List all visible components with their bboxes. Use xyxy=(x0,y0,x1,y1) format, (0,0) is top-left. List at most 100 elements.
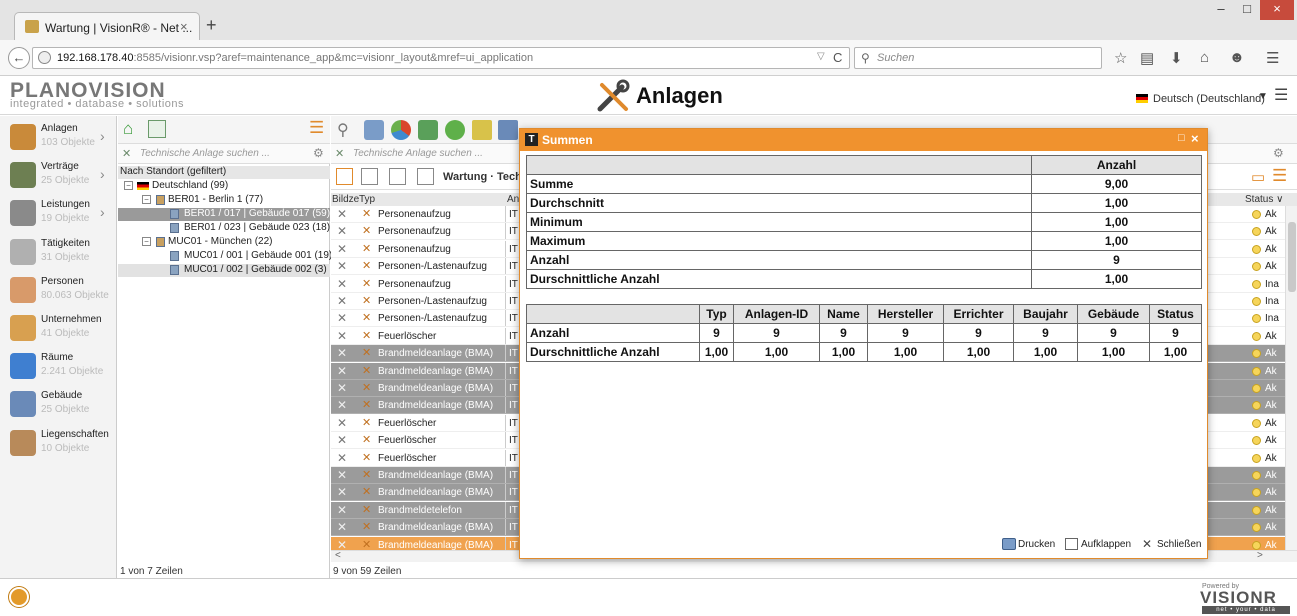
window-maximize-button[interactable]: □ xyxy=(1234,0,1260,20)
print-button[interactable]: Drucken xyxy=(1018,539,1055,550)
url-bar[interactable]: 192.168.178.40:8585/visionr.vsp?aref=mai… xyxy=(32,47,850,69)
tree-structure-icon[interactable] xyxy=(148,120,166,138)
sidebar-item-leistungen[interactable]: Leistungen 19 Objekte › xyxy=(0,194,117,232)
column-header-bild[interactable]: Bildze xyxy=(332,194,359,205)
chevron-down-icon[interactable]: ▼ xyxy=(1258,91,1268,102)
tree-node[interactable]: − BER01 - Berlin 1 (77) xyxy=(118,194,330,207)
column-header-anlagen-id[interactable]: An xyxy=(507,194,519,205)
maximize-icon[interactable]: □ xyxy=(1178,132,1185,144)
sidebar-item-verträge[interactable]: Verträge 25 Objekte › xyxy=(0,156,117,194)
browser-tab[interactable]: Wartung | VisionR® - Net ... × xyxy=(14,12,200,40)
book-icon[interactable]: ▭ xyxy=(1251,168,1265,186)
refresh-icon[interactable] xyxy=(445,120,465,140)
tree-search-input[interactable]: ✕ Technische Anlage suchen ... ⚙ xyxy=(118,144,330,164)
pie-chart-icon[interactable] xyxy=(391,120,411,140)
tree-node[interactable]: BER01 / 017 | Gebäude 017 (59) xyxy=(118,208,330,221)
form-view-icon[interactable] xyxy=(417,168,434,185)
close-icon[interactable]: × xyxy=(1191,131,1199,146)
browser-search-input[interactable]: ⚲ Suchen xyxy=(854,47,1102,69)
tree-node-label: MUC01 / 002 | Gebäude 002 (3) xyxy=(184,264,327,275)
sidebar-item-anlagen[interactable]: Anlagen 103 Objekte › xyxy=(0,118,117,156)
scroll-left-icon[interactable]: < xyxy=(335,550,341,561)
gear-icon[interactable]: ⚙ xyxy=(1273,146,1284,160)
sidebar-item-räume[interactable]: Räume 2.241 Objekte xyxy=(0,347,117,385)
cell-value: 1,00 xyxy=(819,342,868,362)
reload-icon[interactable]: C xyxy=(833,50,842,65)
grid-select-icon[interactable] xyxy=(472,120,492,140)
download-icon[interactable]: ⬇ xyxy=(1170,49,1183,67)
scroll-right-icon[interactable]: > xyxy=(1257,550,1263,561)
cell-anlagen-id: IT xyxy=(509,278,518,290)
close-button[interactable]: Schließen xyxy=(1157,539,1201,550)
url-dropdown-icon[interactable]: ▽ xyxy=(817,51,825,62)
print-icon[interactable] xyxy=(1002,538,1016,550)
dialog-title-bar[interactable]: T Summen □ × xyxy=(520,129,1207,151)
detail-view-icon[interactable] xyxy=(361,168,378,185)
collapse-icon[interactable]: − xyxy=(142,195,151,204)
power-icon[interactable] xyxy=(9,587,29,607)
list-view-icon[interactable] xyxy=(336,168,353,185)
chevron-right-icon[interactable]: › xyxy=(100,128,105,144)
back-button[interactable]: ← xyxy=(8,47,30,69)
close-icon[interactable]: ✕ xyxy=(1142,537,1152,551)
print-icon[interactable] xyxy=(364,120,384,140)
type-tools-icon: ✕ xyxy=(362,329,372,342)
expand-icon[interactable] xyxy=(1065,538,1078,550)
search-icon[interactable]: ⚲ xyxy=(337,120,357,140)
collapse-icon[interactable]: − xyxy=(124,181,133,190)
sidebar-item-unternehmen[interactable]: Unternehmen 41 Objekte xyxy=(0,309,117,347)
chat-icon[interactable]: ☻ xyxy=(1229,49,1245,66)
tree-node[interactable]: BER01 / 023 | Gebäude 023 (18) xyxy=(118,222,330,235)
tree-node[interactable]: MUC01 / 001 | Gebäude 001 (19) xyxy=(118,250,332,263)
cell-typ: Personenaufzug xyxy=(378,226,451,238)
export-icon[interactable] xyxy=(418,120,438,140)
row-value: 9,00 xyxy=(1031,174,1202,194)
scrollbar-thumb[interactable] xyxy=(1288,222,1296,292)
type-tools-icon: ✕ xyxy=(362,364,372,377)
status-dot-icon xyxy=(1252,523,1261,533)
gear-icon[interactable]: ⚙ xyxy=(313,146,324,160)
grid-search-placeholder: Technische Anlage suchen ... xyxy=(353,148,483,159)
chevron-right-icon[interactable]: › xyxy=(100,166,105,182)
reading-list-icon[interactable]: ▤ xyxy=(1140,49,1154,67)
home-icon[interactable]: ⌂ xyxy=(1200,49,1209,66)
cell-typ: Personenaufzug xyxy=(378,278,451,290)
tree-node[interactable]: − Deutschland (99) xyxy=(118,180,330,193)
cell-anlagen-id: IT xyxy=(509,539,518,551)
column-divider xyxy=(505,432,506,449)
sidebar-item-personen[interactable]: Personen 80.063 Objekte xyxy=(0,271,117,309)
column-header-typ[interactable]: Typ xyxy=(359,194,375,205)
chevron-right-icon[interactable]: › xyxy=(100,204,105,220)
tree-node[interactable]: − MUC01 - München (22) xyxy=(118,236,330,249)
url-text[interactable]: 192.168.178.40:8585/visionr.vsp?aref=mai… xyxy=(57,52,533,64)
structure-icon[interactable] xyxy=(498,120,518,140)
new-tab-button[interactable]: + xyxy=(206,15,217,36)
home-icon[interactable]: ⌂ xyxy=(123,119,133,139)
tree-node[interactable]: MUC01 / 002 | Gebäude 002 (3) xyxy=(118,264,330,277)
bookmark-star-icon[interactable]: ☆ xyxy=(1114,49,1127,67)
tile-view-icon[interactable] xyxy=(389,168,406,185)
dialog-actions: Drucken Aufklappen ✕ Schließen xyxy=(520,535,1207,555)
vertical-scrollbar[interactable] xyxy=(1285,206,1297,550)
language-selector[interactable]: Deutsch (Deutschland) xyxy=(1153,93,1265,105)
tree-menu-icon[interactable]: ☰ xyxy=(309,118,324,138)
tab-close-icon[interactable]: × xyxy=(180,19,188,34)
tools-icon: ✕ xyxy=(335,148,345,160)
sidebar-item-liegenschaften[interactable]: Liegenschaften 10 Objekte xyxy=(0,424,117,462)
browser-menu-icon[interactable]: ☰ xyxy=(1266,49,1279,67)
window-close-button[interactable]: × xyxy=(1260,0,1294,20)
collapse-icon[interactable]: − xyxy=(142,237,151,246)
column-header-status[interactable]: Status ∨ xyxy=(1245,194,1283,205)
view-menu-icon[interactable]: ☰ xyxy=(1272,166,1287,186)
expand-button[interactable]: Aufklappen xyxy=(1081,539,1131,550)
sidebar-item-gebäude[interactable]: Gebäude 25 Objekte xyxy=(0,385,117,423)
row-label: Maximum xyxy=(526,231,1032,251)
hamburger-menu-icon[interactable]: ☰ xyxy=(1274,85,1288,105)
cell-value: 9 xyxy=(1149,323,1202,343)
sidebar-item-tätigkeiten[interactable]: Tätigkeiten 31 Objekte xyxy=(0,233,117,271)
header-blank-cell xyxy=(526,155,1032,175)
row-label: Anzahl xyxy=(526,250,1032,270)
window-minimize-button[interactable]: – xyxy=(1208,0,1234,20)
cell-typ: Feuerlöscher xyxy=(378,452,437,464)
status-dot-icon xyxy=(1252,366,1261,376)
